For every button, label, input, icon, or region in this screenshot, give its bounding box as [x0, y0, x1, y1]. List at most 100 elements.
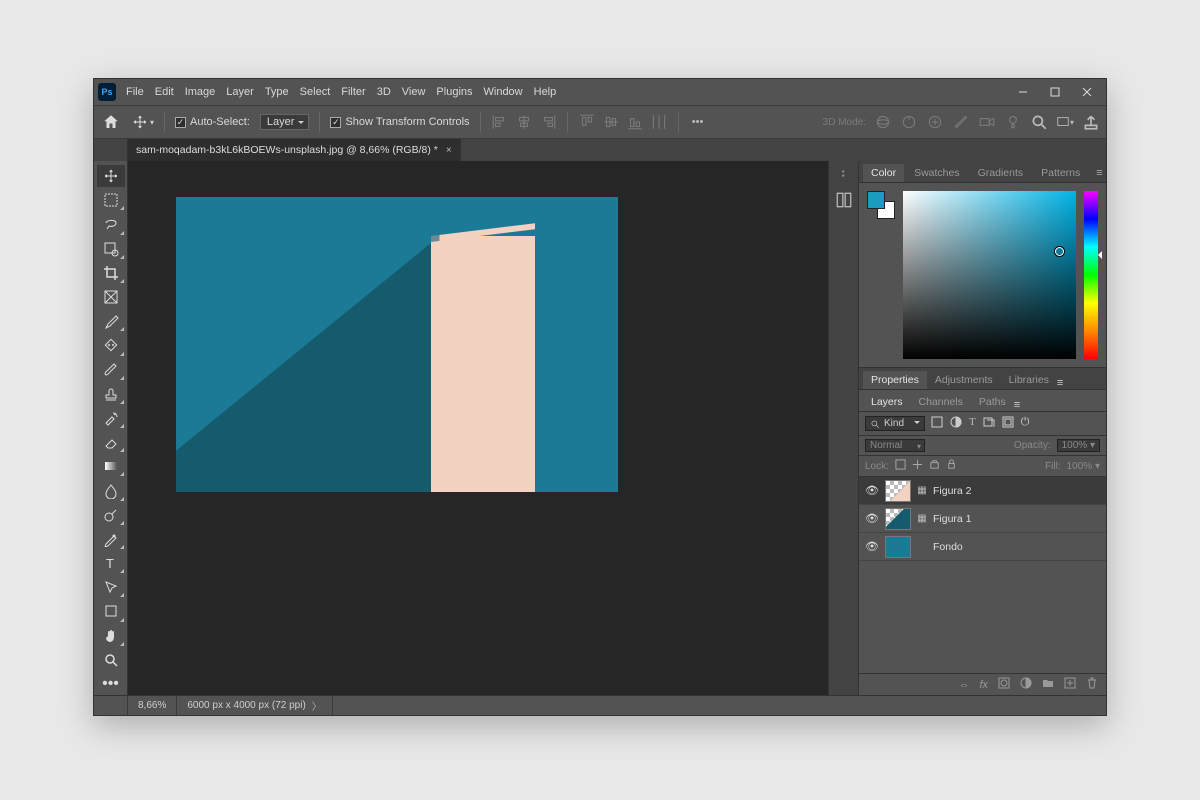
eraser-tool[interactable] [97, 431, 125, 453]
marquee-tool[interactable] [97, 189, 125, 211]
visibility-toggle-icon[interactable]: 👁 [865, 540, 879, 553]
new-layer-icon[interactable] [1064, 677, 1076, 692]
filter-shape-icon[interactable] [983, 416, 995, 431]
align-right-icon[interactable] [539, 113, 557, 131]
maximize-button[interactable] [1040, 82, 1070, 102]
dodge-tool[interactable] [97, 504, 125, 526]
layer-thumbnail[interactable] [885, 480, 911, 502]
filter-toggle-icon[interactable]: ⏻ [1021, 416, 1030, 431]
path-select-tool[interactable] [97, 576, 125, 598]
layer-style-icon[interactable]: fx [979, 679, 988, 691]
doc-dimensions[interactable]: 6000 px x 4000 px (72 ppi) 〉 [177, 696, 332, 715]
auto-select-scope-dropdown[interactable]: Layer [260, 114, 310, 130]
brush-tool[interactable] [97, 359, 125, 381]
panel-flyout-icon[interactable]: ≡ [1014, 399, 1020, 411]
close-tab-icon[interactable]: × [446, 145, 452, 156]
group-icon[interactable] [1042, 677, 1054, 692]
healing-tool[interactable] [97, 334, 125, 356]
blend-mode-dropdown[interactable]: Normal ▾ [865, 439, 925, 452]
blur-tool[interactable] [97, 479, 125, 501]
lock-all-icon[interactable] [946, 459, 957, 473]
move-tool[interactable] [97, 165, 125, 187]
color-field[interactable] [903, 191, 1076, 359]
roll-icon[interactable] [900, 113, 918, 131]
filter-pixel-icon[interactable] [931, 416, 943, 431]
tab-color[interactable]: Color [863, 164, 904, 182]
selection-tool[interactable] [97, 238, 125, 260]
eyedropper-tool[interactable] [97, 310, 125, 332]
layer-name[interactable]: Figura 2 [933, 485, 972, 497]
lightbulb-icon[interactable] [1004, 113, 1022, 131]
gradient-tool[interactable] [97, 455, 125, 477]
align-top-icon[interactable] [578, 113, 596, 131]
menu-type[interactable]: Type [265, 86, 289, 98]
menu-image[interactable]: Image [185, 86, 216, 98]
layer-name[interactable]: Fondo [933, 541, 963, 553]
pen-tool[interactable] [97, 528, 125, 550]
dock-handle[interactable]: •• [839, 170, 849, 178]
panel-flyout-icon[interactable]: ≡ [1057, 377, 1063, 389]
align-hcenter-icon[interactable] [515, 113, 533, 131]
menu-filter[interactable]: Filter [341, 86, 365, 98]
menu-select[interactable]: Select [300, 86, 331, 98]
menu-edit[interactable]: Edit [155, 86, 174, 98]
tool-preset-picker[interactable]: ▾ [132, 111, 154, 133]
foreground-color-swatch[interactable] [867, 191, 885, 209]
history-panel-icon[interactable] [835, 191, 853, 209]
tab-paths[interactable]: Paths [971, 393, 1014, 411]
menu-3d[interactable]: 3D [377, 86, 391, 98]
menu-layer[interactable]: Layer [226, 86, 254, 98]
layer-row[interactable]: 👁 ▦ Figura 2 [859, 477, 1106, 505]
lock-position-icon[interactable] [912, 459, 923, 473]
frame-tool[interactable] [97, 286, 125, 308]
opacity-field[interactable]: 100% ▾ [1057, 439, 1100, 452]
auto-select-checkbox[interactable]: Auto-Select: [175, 116, 250, 128]
menu-view[interactable]: View [402, 86, 426, 98]
more-align-icon[interactable]: ••• [689, 113, 707, 131]
document-tab[interactable]: sam-moqadam-b3kL6kBOEWs-unsplash.jpg @ 8… [128, 139, 461, 161]
document-canvas[interactable] [176, 197, 618, 492]
hue-slider[interactable] [1084, 191, 1098, 359]
align-bottom-icon[interactable] [626, 113, 644, 131]
fg-bg-swatches[interactable] [867, 191, 895, 219]
menu-help[interactable]: Help [534, 86, 557, 98]
align-left-icon[interactable] [491, 113, 509, 131]
canvas-area[interactable] [128, 161, 828, 695]
filter-smart-icon[interactable] [1002, 416, 1014, 431]
visibility-toggle-icon[interactable]: 👁 [865, 512, 879, 525]
distribute-icon[interactable] [650, 113, 668, 131]
fill-field[interactable]: 100% ▾ [1067, 461, 1100, 472]
history-brush-tool[interactable] [97, 407, 125, 429]
home-button[interactable] [100, 111, 122, 133]
minimize-button[interactable] [1008, 82, 1038, 102]
tab-layers[interactable]: Layers [863, 393, 911, 411]
layer-row[interactable]: 👁 ▦ Figura 1 [859, 505, 1106, 533]
orbit-icon[interactable] [874, 113, 892, 131]
tab-patterns[interactable]: Patterns [1033, 164, 1088, 182]
screenmode-icon[interactable]: ▾ [1056, 113, 1074, 131]
share-icon[interactable] [1082, 113, 1100, 131]
close-button[interactable] [1072, 82, 1102, 102]
slide-icon[interactable] [952, 113, 970, 131]
tab-libraries[interactable]: Libraries [1001, 371, 1057, 389]
tab-properties[interactable]: Properties [863, 371, 927, 389]
tab-swatches[interactable]: Swatches [906, 164, 968, 182]
stamp-tool[interactable] [97, 383, 125, 405]
crop-tool[interactable] [97, 262, 125, 284]
delete-layer-icon[interactable] [1086, 677, 1098, 692]
search-icon[interactable] [1030, 113, 1048, 131]
visibility-toggle-icon[interactable]: 👁 [865, 484, 879, 497]
layer-thumbnail[interactable] [885, 536, 911, 558]
filter-type-icon[interactable]: T [969, 416, 976, 431]
filter-adjust-icon[interactable] [950, 416, 962, 431]
layer-mask-icon[interactable] [998, 677, 1010, 692]
lasso-tool[interactable] [97, 213, 125, 235]
zoom-tool[interactable] [97, 649, 125, 671]
lock-pixels-icon[interactable] [895, 459, 906, 473]
shape-tool[interactable] [97, 600, 125, 622]
panel-flyout-icon[interactable]: ≡ [1090, 164, 1108, 182]
layer-filter-kind-dropdown[interactable]: Kind [865, 416, 925, 431]
hand-tool[interactable] [97, 625, 125, 647]
tab-adjustments[interactable]: Adjustments [927, 371, 1001, 389]
align-vcenter-icon[interactable] [602, 113, 620, 131]
